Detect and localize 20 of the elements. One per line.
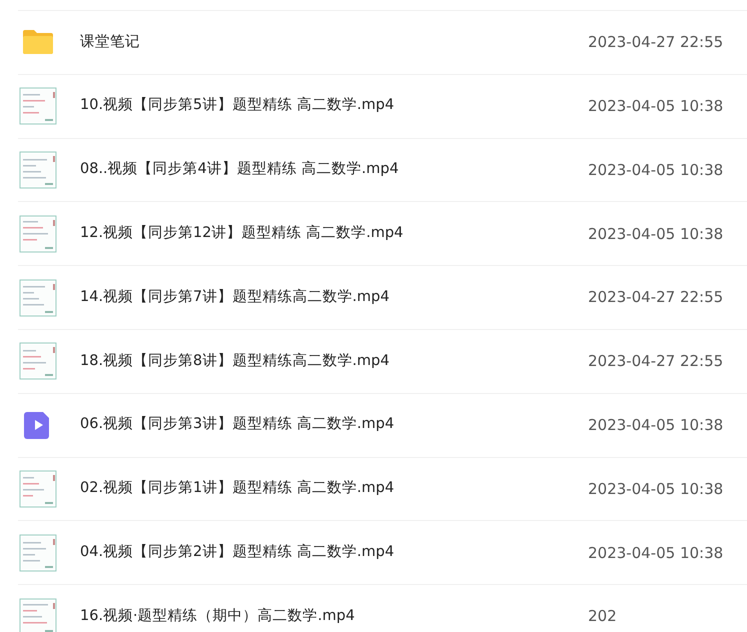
file-name[interactable]: 18.视频【同步第8讲】题型精练高二数学.mp4 (80, 350, 588, 372)
modified-date: 2023-04-27 22:55 (588, 287, 724, 308)
modified-date: 202 (588, 606, 618, 628)
modified-date: 2023-04-05 10:38 (588, 414, 724, 436)
file-name[interactable]: 14.视频【同步第7讲】题型精练高二数学.mp4 (80, 286, 588, 308)
file-name[interactable]: 08..视频【同步第4讲】题型精练 高二数学.mp4 (80, 159, 588, 181)
modified-date: 2023-04-27 22:55 (588, 32, 724, 54)
modified-date: 2023-04-05 10:38 (588, 160, 724, 181)
file-name[interactable]: 02.视频【同步第1讲】题型精练 高二数学.mp4 (80, 478, 588, 500)
file-name[interactable]: 06.视频【同步第3讲】题型精练 高二数学.mp4 (80, 414, 588, 436)
modified-date: 2023-04-05 10:38 (588, 478, 724, 500)
file-name[interactable]: 课堂笔记 (80, 32, 588, 54)
file-name[interactable]: 12.视频【同步第12讲】题型精练 高二数学.mp4 (80, 222, 588, 245)
file-name[interactable]: 16.视频·题型精练（期中）高二数学.mp4 (80, 606, 588, 628)
modified-date: 2023-04-05 10:38 (588, 542, 724, 564)
file-name[interactable]: 04.视频【同步第2讲】题型精练 高二数学.mp4 (80, 542, 588, 564)
modified-date: 2023-04-05 10:38 (588, 96, 724, 117)
modified-date: 2023-04-27 22:55 (588, 351, 724, 372)
file-name[interactable]: 10.视频【同步第5讲】题型精练 高二数学.mp4 (80, 95, 588, 118)
modified-date: 2023-04-05 10:38 (588, 224, 724, 245)
